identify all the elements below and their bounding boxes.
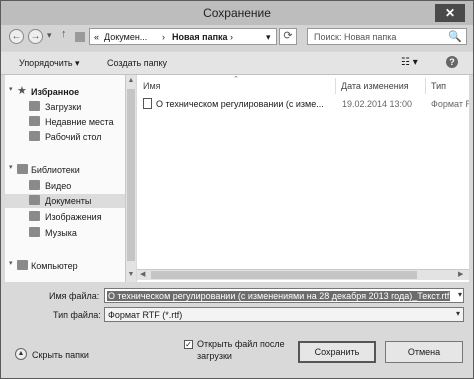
up-button[interactable]: ↑ (61, 28, 67, 40)
expand-chevron-icon[interactable]: ▾ (9, 259, 13, 267)
sidebar-item-computer[interactable]: ▾ Компьютер (5, 259, 125, 273)
filename-input[interactable]: О техническом регулировании (с изменения… (104, 288, 464, 303)
column-header-name[interactable]: Имя (143, 81, 161, 91)
command-bar: Упорядочить ▾ Создать папку ☷ ▾ ? (1, 52, 473, 75)
downloads-icon (29, 101, 40, 111)
sidebar-item-label: Библиотеки (31, 165, 80, 175)
filename-label: Имя файла: (49, 291, 100, 301)
address-dropdown-icon[interactable]: ▾ (266, 32, 271, 43)
refresh-button[interactable]: ⟳ (279, 28, 297, 45)
file-row[interactable]: О техническом регулировании (с изме... 1… (143, 97, 469, 111)
hide-folders-button[interactable]: Скрыть папки (32, 350, 89, 360)
sidebar-item-label: Изображения (45, 212, 102, 222)
close-button[interactable]: ✕ (435, 4, 465, 22)
sidebar-item-label: Недавние места (45, 117, 114, 127)
file-date: 19.02.2014 13:00 (342, 99, 413, 109)
scrollbar-thumb[interactable] (151, 271, 417, 279)
breadcrumb-documents[interactable]: Докумен... (104, 32, 147, 42)
breadcrumb-overflow[interactable]: « (94, 32, 99, 42)
save-dialog: Сохранение ✕ ← → ▾ ↑ « Докумен... › Нова… (0, 0, 474, 379)
expand-chevron-icon[interactable]: ▾ (9, 85, 13, 93)
address-bar[interactable]: « Докумен... › Новая папка › ▾ (89, 28, 277, 45)
window-title: Сохранение (203, 6, 271, 20)
sidebar-item-recent-places[interactable]: Недавние места (5, 115, 125, 129)
sidebar-item-favorites[interactable]: ▾ ★ Избранное (5, 85, 125, 99)
title-bar: Сохранение ✕ (1, 1, 473, 25)
sidebar-item-video[interactable]: Видео (5, 179, 125, 193)
help-button[interactable]: ? (446, 56, 458, 68)
folder-icon (75, 32, 85, 42)
sidebar-item-label: Документы (45, 196, 92, 206)
view-options-button[interactable]: ☷ ▾ (401, 57, 418, 68)
sidebar-item-images[interactable]: Изображения (5, 210, 125, 224)
file-list: ⌃ Имя Дата изменения Тип О техническом р… (137, 75, 469, 282)
sidebar-item-desktop[interactable]: Рабочий стол (5, 130, 125, 144)
new-folder-button[interactable]: Создать папку (107, 58, 167, 68)
libraries-icon (17, 164, 28, 174)
sidebar-item-documents[interactable]: Документы (5, 194, 125, 208)
computer-icon (17, 260, 28, 270)
column-header-date[interactable]: Дата изменения (341, 81, 409, 91)
navigation-scrollbar[interactable]: ▲ ▼ (125, 75, 136, 282)
search-placeholder: Поиск: Новая папка (314, 32, 397, 42)
save-button[interactable]: Сохранить (298, 341, 376, 363)
file-name: О техническом регулировании (с изме... (156, 99, 324, 109)
chevron-down-icon[interactable]: ▾ (458, 290, 462, 299)
scroll-left-icon[interactable]: ◀ (140, 270, 145, 278)
open-after-checkbox[interactable]: ✓ (184, 340, 193, 349)
expand-chevron-icon[interactable]: ▾ (9, 163, 13, 171)
sidebar-item-label: Музыка (45, 228, 77, 238)
filename-value: О техническом регулировании (с изменения… (107, 291, 451, 301)
breadcrumb-new-folder[interactable]: Новая папка (172, 32, 228, 42)
scrollbar-thumb[interactable] (127, 89, 135, 261)
images-icon (29, 211, 40, 221)
desktop-icon (29, 131, 40, 141)
cancel-button[interactable]: Отмена (385, 341, 463, 363)
scroll-right-icon[interactable]: ▶ (458, 270, 463, 278)
column-divider[interactable] (425, 78, 426, 94)
navigation-bar: ← → ▾ ↑ « Докумен... › Новая папка › ▾ ⟳… (1, 25, 473, 51)
sidebar-item-libraries[interactable]: ▾ Библиотеки (5, 163, 125, 177)
column-divider[interactable] (335, 78, 336, 94)
filetype-select[interactable]: Формат RTF (*.rtf) ▾ (104, 307, 464, 322)
sort-indicator-icon: ⌃ (233, 76, 239, 83)
rtf-document-icon (143, 98, 152, 109)
video-icon (29, 180, 40, 190)
recent-places-icon (29, 116, 40, 126)
filetype-label: Тип файла: (53, 310, 101, 320)
search-box[interactable]: Поиск: Новая папка 🔍 (307, 28, 467, 45)
history-dropdown-icon[interactable]: ▾ (47, 30, 52, 41)
music-icon (29, 227, 40, 237)
forward-button[interactable]: → (28, 29, 43, 44)
back-button[interactable]: ← (9, 29, 24, 44)
chevron-down-icon[interactable]: ▾ (456, 309, 460, 318)
scroll-up-icon[interactable]: ▲ (126, 77, 136, 84)
documents-icon (29, 195, 40, 205)
star-icon: ★ (17, 85, 27, 97)
navigation-pane: ▾ ★ Избранное Загрузки Недавние места Ра… (5, 75, 125, 282)
sidebar-item-label: Загрузки (45, 102, 82, 112)
sidebar-item-music[interactable]: Музыка (5, 226, 125, 240)
open-after-label[interactable]: Открыть файл после загрузки (197, 338, 289, 362)
file-list-scrollbar[interactable]: ◀ ▶ (137, 269, 469, 280)
search-icon: 🔍 (448, 31, 462, 43)
sidebar-item-downloads[interactable]: Загрузки (5, 100, 125, 114)
column-header-type[interactable]: Тип (431, 81, 446, 91)
sidebar-item-label: Видео (45, 181, 72, 191)
breadcrumb-separator[interactable]: › (230, 32, 233, 42)
organize-menu-button[interactable]: Упорядочить ▾ (19, 58, 80, 69)
file-type: Формат R (431, 99, 469, 109)
filetype-value: Формат RTF (*.rtf) (108, 310, 183, 320)
scroll-down-icon[interactable]: ▼ (126, 271, 136, 278)
breadcrumb-separator[interactable]: › (162, 32, 165, 42)
sidebar-item-label: Избранное (31, 87, 80, 97)
sidebar-item-label: Компьютер (31, 261, 78, 271)
sidebar-item-label: Рабочий стол (45, 132, 102, 142)
hide-folders-icon[interactable]: ▲ (15, 348, 27, 360)
